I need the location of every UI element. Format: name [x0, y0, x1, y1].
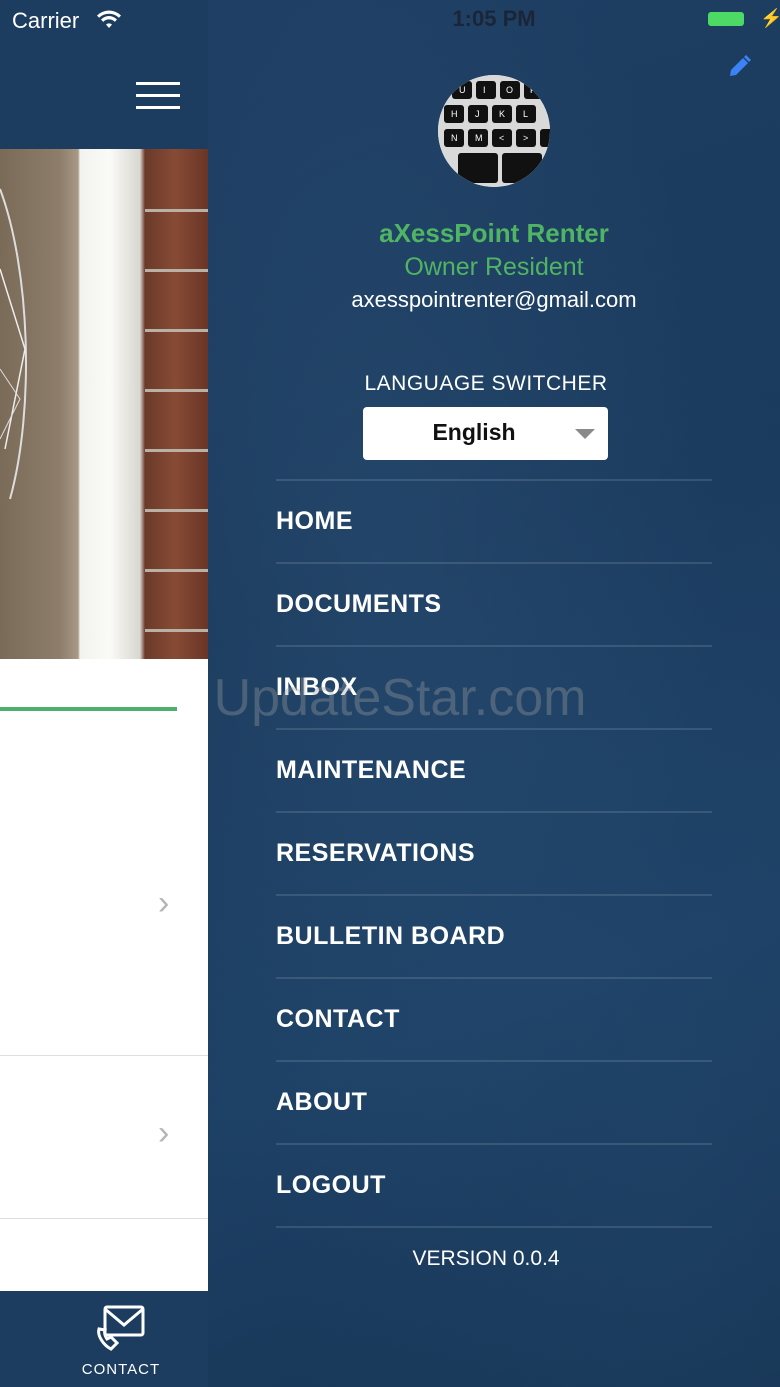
- language-selected-value: English: [432, 419, 516, 445]
- avatar[interactable]: U I O P H J K L N M < >: [438, 75, 550, 187]
- watermark: UpdateStar.com: [213, 669, 587, 727]
- header-photo: [0, 149, 208, 659]
- wifi-icon: [96, 10, 122, 35]
- battery-icon: [708, 12, 744, 26]
- svg-text:I: I: [483, 85, 486, 95]
- svg-text:H: H: [451, 109, 458, 119]
- svg-text:N: N: [451, 133, 458, 143]
- svg-text:K: K: [499, 109, 505, 119]
- app-version: VERSION 0.0.4: [412, 1247, 560, 1270]
- tab-indicator: [0, 707, 177, 711]
- dropdown-caret-icon: [575, 429, 595, 439]
- svg-text:>: >: [523, 133, 528, 143]
- menu-item-about[interactable]: ABOUT: [276, 1062, 712, 1145]
- drawer-menu: HOME DOCUMENTS INBOX MAINTENANCE RESERVA…: [276, 479, 712, 1228]
- underlying-screen: Carrier › › CONTACT: [0, 0, 208, 1387]
- menu-item-documents[interactable]: DOCUMENTS: [276, 564, 712, 647]
- row-divider: [0, 1218, 208, 1219]
- hamburger-menu-icon[interactable]: [136, 82, 180, 109]
- tab-contact-label[interactable]: CONTACT: [0, 1361, 208, 1378]
- carrier-label: Carrier: [12, 8, 80, 33]
- menu-item-contact[interactable]: CONTACT: [276, 979, 712, 1062]
- chevron-right-icon[interactable]: ›: [158, 884, 169, 923]
- contact-envelope-icon[interactable]: [95, 1303, 147, 1358]
- status-time: 1:05 PM: [452, 6, 536, 31]
- menu-item-reservations[interactable]: RESERVATIONS: [276, 813, 712, 896]
- svg-text:M: M: [475, 133, 483, 143]
- svg-text:U: U: [459, 85, 466, 95]
- language-select[interactable]: English: [363, 407, 608, 460]
- svg-text:O: O: [506, 85, 513, 95]
- chevron-right-icon[interactable]: ›: [158, 1114, 169, 1153]
- menu-item-maintenance[interactable]: MAINTENANCE: [276, 730, 712, 813]
- bottom-tab-bar: CONTACT: [0, 1291, 208, 1387]
- language-switcher-label: LANGUAGE SWITCHER: [364, 372, 608, 395]
- svg-text:<: <: [499, 133, 504, 143]
- charging-bolt-icon: ⚡: [760, 8, 780, 28]
- app-header: Carrier: [0, 0, 208, 149]
- menu-item-home[interactable]: HOME: [276, 481, 712, 564]
- svg-text:P: P: [530, 85, 536, 95]
- svg-text:J: J: [475, 109, 480, 119]
- user-role: Owner Resident: [404, 253, 584, 281]
- user-name: aXessPoint Renter: [379, 218, 609, 248]
- edit-pencil-icon[interactable]: [726, 54, 752, 85]
- row-divider: [0, 1055, 208, 1056]
- svg-text:L: L: [523, 109, 528, 119]
- menu-item-bulletin-board[interactable]: BULLETIN BOARD: [276, 896, 712, 979]
- user-email: axesspointrenter@gmail.com: [351, 287, 637, 312]
- menu-item-logout[interactable]: LOGOUT: [276, 1145, 712, 1228]
